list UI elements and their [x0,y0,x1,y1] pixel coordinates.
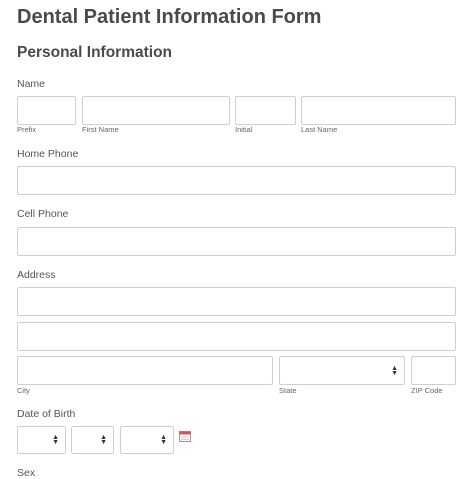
select-arrows-icon: ▲ ▼ [160,434,167,446]
sex-label: Sex [17,467,36,479]
dob-day-select[interactable]: ▲ ▼ [71,426,114,454]
address-label: Address [17,269,56,281]
section-title: Personal Information [17,44,173,61]
last-name-sublabel: Last Name [301,125,338,134]
prefix-sublabel: Prefix [17,125,37,134]
form-title: Dental Patient Information Form [17,6,322,28]
initial-input[interactable] [235,96,296,125]
cell-phone-input[interactable] [17,227,456,256]
zip-sublabel: ZIP Code [411,386,443,395]
last-name-input[interactable] [301,96,456,125]
dob-year-select[interactable]: ▲ ▼ [120,426,174,454]
city-input[interactable] [17,356,273,385]
select-arrows-icon: ▲ ▼ [52,434,59,446]
first-name-sublabel: First Name [82,125,119,134]
home-phone-label: Home Phone [17,148,79,160]
address-line2-input[interactable] [17,322,456,351]
zip-input[interactable] [411,356,456,385]
initial-sublabel: Initial [235,125,253,134]
first-name-input[interactable] [82,96,230,125]
prefix-input[interactable] [17,96,76,125]
home-phone-input[interactable] [17,166,456,195]
cell-phone-label: Cell Phone [17,208,69,220]
address-line1-input[interactable] [17,287,456,316]
state-select[interactable]: ▲ ▼ [279,356,405,385]
state-sublabel: State [279,386,297,395]
dob-label: Date of Birth [17,408,76,420]
select-arrows-icon: ▲ ▼ [391,364,398,377]
city-sublabel: City [17,386,30,395]
select-arrows-icon: ▲ ▼ [100,434,107,446]
name-label: Name [17,78,46,90]
calendar-icon[interactable] [179,431,191,442]
dob-month-select[interactable]: ▲ ▼ [17,426,66,454]
